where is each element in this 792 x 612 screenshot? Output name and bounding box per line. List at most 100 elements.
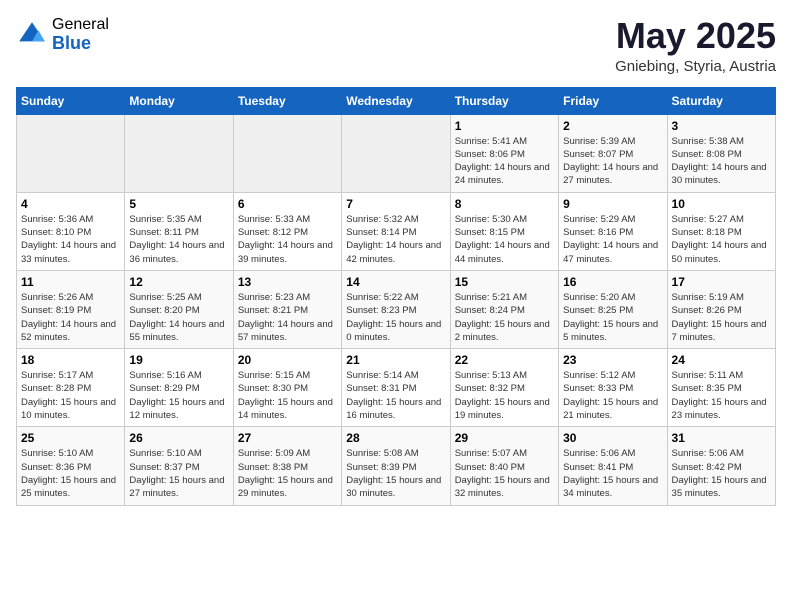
day-number: 12	[129, 275, 228, 289]
day-detail: Sunrise: 5:21 AMSunset: 8:24 PMDaylight:…	[455, 291, 554, 344]
day-number: 15	[455, 275, 554, 289]
day-detail: Sunrise: 5:08 AMSunset: 8:39 PMDaylight:…	[346, 447, 445, 500]
weekday-header: Tuesday	[233, 87, 341, 114]
calendar-cell: 10 Sunrise: 5:27 AMSunset: 8:18 PMDayligh…	[667, 192, 775, 270]
day-number: 21	[346, 353, 445, 367]
day-number: 1	[455, 119, 554, 133]
calendar-week-row: 18Sunrise: 5:17 AMSunset: 8:28 PMDayligh…	[17, 349, 776, 427]
calendar-cell: 4 Sunrise: 5:36 AMSunset: 8:10 PMDaylight…	[17, 192, 125, 270]
day-number: 31	[672, 431, 771, 445]
day-number: 27	[238, 431, 337, 445]
day-detail: Sunrise: 5:39 AMSunset: 8:07 PMDaylight:…	[563, 135, 662, 188]
day-number: 3	[672, 119, 771, 133]
calendar-cell: 3 Sunrise: 5:38 AMSunset: 8:08 PMDaylight…	[667, 114, 775, 192]
day-detail: Sunrise: 5:10 AMSunset: 8:37 PMDaylight:…	[129, 447, 228, 500]
day-detail: Sunrise: 5:20 AMSunset: 8:25 PMDaylight:…	[563, 291, 662, 344]
day-number: 11	[21, 275, 120, 289]
calendar-cell: 30 Sunrise: 5:06 AMSunset: 8:41 PMDayligh…	[559, 427, 667, 505]
location: Gniebing, Styria, Austria	[615, 58, 776, 75]
day-detail: Sunrise: 5:26 AMSunset: 8:19 PMDaylight:…	[21, 291, 120, 344]
calendar-cell: 11 Sunrise: 5:26 AMSunset: 8:19 PMDayligh…	[17, 270, 125, 348]
day-detail: Sunrise: 5:36 AMSunset: 8:10 PMDaylight:…	[21, 213, 120, 266]
calendar-cell: 9 Sunrise: 5:29 AMSunset: 8:16 PMDaylight…	[559, 192, 667, 270]
day-detail: Sunrise: 5:25 AMSunset: 8:20 PMDaylight:…	[129, 291, 228, 344]
day-detail: Sunrise: 5:38 AMSunset: 8:08 PMDaylight:…	[672, 135, 771, 188]
day-number: 22	[455, 353, 554, 367]
calendar-cell	[17, 114, 125, 192]
day-detail: Sunrise: 5:27 AMSunset: 8:18 PMDaylight:…	[672, 213, 771, 266]
day-number: 26	[129, 431, 228, 445]
day-number: 10	[672, 197, 771, 211]
day-number: 24	[672, 353, 771, 367]
calendar-cell: 8Sunrise: 5:30 AMSunset: 8:15 PMDaylight…	[450, 192, 558, 270]
month-title: May 2025	[615, 16, 776, 56]
calendar-cell: 15 Sunrise: 5:21 AMSunset: 8:24 PMDayligh…	[450, 270, 558, 348]
day-number: 2	[563, 119, 662, 133]
day-number: 25	[21, 431, 120, 445]
day-detail: Sunrise: 5:29 AMSunset: 8:16 PMDaylight:…	[563, 213, 662, 266]
calendar-cell	[342, 114, 450, 192]
calendar-cell: 14Sunrise: 5:22 AMSunset: 8:23 PMDayligh…	[342, 270, 450, 348]
day-detail: Sunrise: 5:23 AMSunset: 8:21 PMDaylight:…	[238, 291, 337, 344]
day-number: 29	[455, 431, 554, 445]
logo: General Blue	[16, 16, 109, 53]
calendar-cell: 31 Sunrise: 5:06 AMSunset: 8:42 PMDayligh…	[667, 427, 775, 505]
day-detail: Sunrise: 5:11 AMSunset: 8:35 PMDaylight:…	[672, 369, 771, 422]
calendar-week-row: 25 Sunrise: 5:10 AMSunset: 8:36 PMDayligh…	[17, 427, 776, 505]
day-number: 6	[238, 197, 337, 211]
calendar-cell: 19Sunrise: 5:16 AMSunset: 8:29 PMDayligh…	[125, 349, 233, 427]
day-number: 7	[346, 197, 445, 211]
calendar-cell: 18Sunrise: 5:17 AMSunset: 8:28 PMDayligh…	[17, 349, 125, 427]
day-detail: Sunrise: 5:09 AMSunset: 8:38 PMDaylight:…	[238, 447, 337, 500]
calendar-week-row: 11 Sunrise: 5:26 AMSunset: 8:19 PMDayligh…	[17, 270, 776, 348]
weekday-header-row: SundayMondayTuesdayWednesdayThursdayFrid…	[17, 87, 776, 114]
day-detail: Sunrise: 5:14 AMSunset: 8:31 PMDaylight:…	[346, 369, 445, 422]
day-number: 30	[563, 431, 662, 445]
day-detail: Sunrise: 5:06 AMSunset: 8:42 PMDaylight:…	[672, 447, 771, 500]
day-number: 16	[563, 275, 662, 289]
day-number: 18	[21, 353, 120, 367]
calendar-cell: 2 Sunrise: 5:39 AMSunset: 8:07 PMDaylight…	[559, 114, 667, 192]
weekday-header: Thursday	[450, 87, 558, 114]
day-detail: Sunrise: 5:16 AMSunset: 8:29 PMDaylight:…	[129, 369, 228, 422]
day-number: 9	[563, 197, 662, 211]
calendar-cell: 22 Sunrise: 5:13 AMSunset: 8:32 PMDayligh…	[450, 349, 558, 427]
calendar-cell: 25 Sunrise: 5:10 AMSunset: 8:36 PMDayligh…	[17, 427, 125, 505]
calendar-cell: 17 Sunrise: 5:19 AMSunset: 8:26 PMDayligh…	[667, 270, 775, 348]
day-number: 23	[563, 353, 662, 367]
day-number: 4	[21, 197, 120, 211]
day-detail: Sunrise: 5:15 AMSunset: 8:30 PMDaylight:…	[238, 369, 337, 422]
calendar-cell	[125, 114, 233, 192]
day-detail: Sunrise: 5:06 AMSunset: 8:41 PMDaylight:…	[563, 447, 662, 500]
calendar-cell	[233, 114, 341, 192]
day-detail: Sunrise: 5:19 AMSunset: 8:26 PMDaylight:…	[672, 291, 771, 344]
calendar-cell: 13 Sunrise: 5:23 AMSunset: 8:21 PMDayligh…	[233, 270, 341, 348]
day-number: 17	[672, 275, 771, 289]
weekday-header: Saturday	[667, 87, 775, 114]
calendar-cell: 29Sunrise: 5:07 AMSunset: 8:40 PMDayligh…	[450, 427, 558, 505]
calendar-cell: 12 Sunrise: 5:25 AMSunset: 8:20 PMDayligh…	[125, 270, 233, 348]
day-number: 13	[238, 275, 337, 289]
weekday-header: Wednesday	[342, 87, 450, 114]
logo-icon	[16, 19, 48, 51]
day-number: 28	[346, 431, 445, 445]
weekday-header: Sunday	[17, 87, 125, 114]
calendar-cell: 21 Sunrise: 5:14 AMSunset: 8:31 PMDayligh…	[342, 349, 450, 427]
calendar-cell: 7 Sunrise: 5:32 AMSunset: 8:14 PMDaylight…	[342, 192, 450, 270]
calendar-cell: 6Sunrise: 5:33 AMSunset: 8:12 PMDaylight…	[233, 192, 341, 270]
calendar-week-row: 4 Sunrise: 5:36 AMSunset: 8:10 PMDaylight…	[17, 192, 776, 270]
calendar-cell: 27 Sunrise: 5:09 AMSunset: 8:38 PMDayligh…	[233, 427, 341, 505]
day-detail: Sunrise: 5:10 AMSunset: 8:36 PMDaylight:…	[21, 447, 120, 500]
day-detail: Sunrise: 5:35 AMSunset: 8:11 PMDaylight:…	[129, 213, 228, 266]
page-header: General Blue May 2025 Gniebing, Styria, …	[16, 16, 776, 75]
calendar-cell: 20Sunrise: 5:15 AMSunset: 8:30 PMDayligh…	[233, 349, 341, 427]
day-detail: Sunrise: 5:41 AMSunset: 8:06 PMDaylight:…	[455, 135, 554, 188]
logo-text: General Blue	[52, 16, 109, 53]
day-detail: Sunrise: 5:32 AMSunset: 8:14 PMDaylight:…	[346, 213, 445, 266]
calendar-week-row: 1 Sunrise: 5:41 AMSunset: 8:06 PMDaylight…	[17, 114, 776, 192]
title-block: May 2025 Gniebing, Styria, Austria	[615, 16, 776, 75]
calendar-cell: 23Sunrise: 5:12 AMSunset: 8:33 PMDayligh…	[559, 349, 667, 427]
day-detail: Sunrise: 5:22 AMSunset: 8:23 PMDaylight:…	[346, 291, 445, 344]
day-detail: Sunrise: 5:13 AMSunset: 8:32 PMDaylight:…	[455, 369, 554, 422]
logo-general: General	[52, 16, 109, 34]
